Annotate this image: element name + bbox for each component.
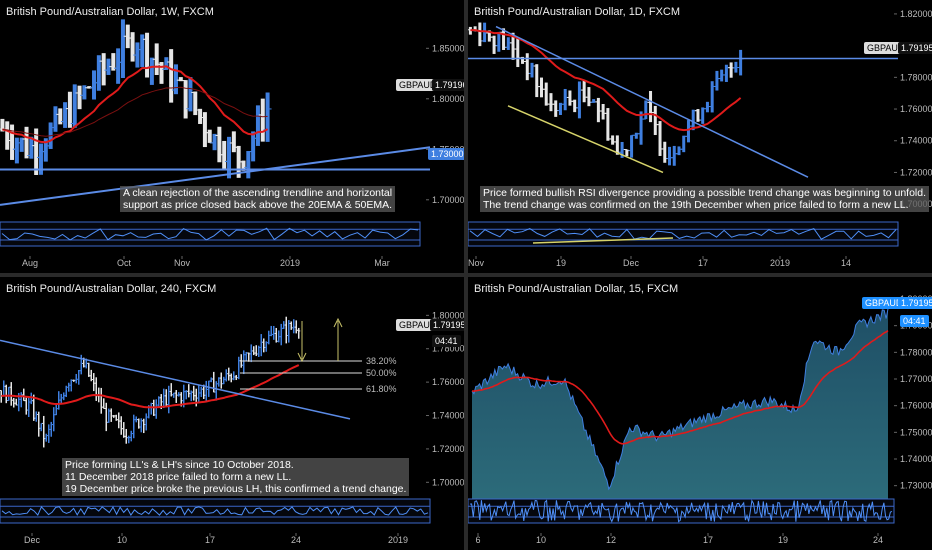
four-hour-ema-line <box>1 364 300 409</box>
daily-y-tick-label: 1.78000 <box>900 72 932 82</box>
weekly-ema50-line <box>2 86 268 137</box>
weekly-rsi-pane <box>0 221 421 247</box>
weekly-chart-svg[interactable]: 1.850001.800001.750001.70000AugOctNov201… <box>0 0 464 273</box>
weekly-y-tick-label: 1.70000 <box>432 195 464 205</box>
daily-annotation: Price formed bullish RSI divergence prov… <box>480 186 930 212</box>
fifteen-minute-x-tick-label: 10 <box>536 535 546 545</box>
weekly-x-tick-label: Mar <box>374 258 390 268</box>
chart-panel-4h[interactable]: 38.20% 50.00% 61.80% 1.80000 1.78000 1.76000 1… <box>0 277 464 550</box>
fifteen-minute-x-tick-label: 12 <box>606 535 616 545</box>
four-hour-fib-label: 38.20% <box>366 356 397 366</box>
daily-descending-trendline <box>495 25 809 178</box>
four-hour-y-tick-label: 1.72000 <box>432 444 464 454</box>
daily-x-tick-label: 19 <box>556 258 566 268</box>
chart-panel-15m[interactable]: 1.800001.790001.780001.770001.760001.750… <box>468 277 932 550</box>
four-hour-fib-label: 61.80% <box>366 384 397 394</box>
horizontal-panel-divider <box>0 273 932 277</box>
daily-x-tick-label: Dec <box>623 258 640 268</box>
daily-annotation-line: The trend change was confirmed on the 19… <box>483 199 909 211</box>
daily-rsi-pane <box>468 221 899 247</box>
four-hour-x-tick-label: 17 <box>205 535 215 545</box>
weekly-chart-title: British Pound/Australian Dollar, 1W, FXC… <box>6 6 214 18</box>
fifteen-minute-x-tick-label: 17 <box>703 535 713 545</box>
weekly-ema20-line <box>2 65 269 144</box>
weekly-level-tag: 1.73000 <box>428 148 464 160</box>
daily-chart-title: British Pound/Australian Dollar, 1D, FXC… <box>474 6 681 18</box>
fifteen-minute-x-tick-label: 19 <box>778 535 788 545</box>
chart-panel-weekly[interactable]: 1.850001.800001.750001.70000AugOctNov201… <box>0 0 464 273</box>
weekly-annotation: A clean rejection of the ascending trend… <box>120 186 396 212</box>
four-hour-x-tick-label: Dec <box>24 535 41 545</box>
four-hour-y-tick-label: 1.74000 <box>432 411 464 421</box>
four-hour-chart-title: British Pound/Australian Dollar, 240, FX… <box>6 283 217 295</box>
fifteen-minute-price-tag: 1.79195 <box>898 297 932 309</box>
weekly-y-tick-label: 1.80000 <box>432 94 464 104</box>
four-hour-x-tick-label: 10 <box>117 535 127 545</box>
daily-x-tick-label: 17 <box>698 258 708 268</box>
fifteen-minute-y-tick-label: 1.73000 <box>900 481 932 491</box>
daily-annotation-line: Price formed bullish RSI divergence prov… <box>483 187 927 199</box>
daily-y-tick-label: 1.74000 <box>900 136 932 146</box>
fifteen-minute-x-tick-label: 6 <box>475 535 480 545</box>
four-hour-y-tick-label: 1.70000 <box>432 477 464 487</box>
daily-x-tick-label: 2019 <box>770 258 790 268</box>
fifteen-minute-x-tick-label: 24 <box>873 535 883 545</box>
four-hour-fib-label: 50.00% <box>366 368 397 378</box>
four-hour-price-tag: 1.79195 <box>430 319 464 331</box>
four-hour-chart-svg[interactable]: 38.20%50.00%61.80%1.800001.780001.760001… <box>0 277 464 550</box>
daily-chart-svg[interactable]: 1.820001.800001.780001.760001.740001.720… <box>468 0 932 273</box>
daily-x-tick-label: 14 <box>841 258 851 268</box>
fifteen-minute-chart-svg[interactable]: 1.800001.790001.780001.770001.760001.750… <box>468 277 932 550</box>
four-hour-x-tick-label: 2019 <box>388 535 408 545</box>
weekly-annotation-line: A clean rejection of the ascending trend… <box>123 187 393 199</box>
weekly-y-tick-label: 1.85000 <box>432 43 464 53</box>
weekly-x-tick-label: Aug <box>22 258 38 268</box>
fifteen-minute-y-tick-label: 1.75000 <box>900 427 932 437</box>
four-hour-y-tick-label: 1.76000 <box>432 377 464 387</box>
daily-price-tag: 1.79195 <box>898 42 932 54</box>
fifteen-minute-y-tick-label: 1.76000 <box>900 401 932 411</box>
four-hour-descending-trendline <box>0 339 351 420</box>
daily-y-tick-label: 1.76000 <box>900 104 932 114</box>
fifteen-minute-chart-title: British Pound/Australian Dollar, 15, FXC… <box>474 283 679 295</box>
daily-y-tick-label: 1.82000 <box>900 9 932 19</box>
four-hour-annotation-line: 19 December price broke the previous LH,… <box>65 483 407 495</box>
four-hour-x-tick-label: 24 <box>291 535 301 545</box>
four-hour-annotation: Price forming LL's & LH's since 10 Octob… <box>62 458 410 496</box>
weekly-x-tick-label: Oct <box>117 258 132 268</box>
four-hour-annotation-line: 11 December 2018 price failed to form a … <box>65 471 292 483</box>
weekly-x-tick-label: Nov <box>174 258 191 268</box>
daily-y-tick-label: 1.72000 <box>900 167 932 177</box>
four-hour-countdown: 04:41 <box>432 335 461 347</box>
chart-panel-daily[interactable]: 1.820001.800001.780001.760001.740001.720… <box>468 0 932 273</box>
weekly-annotation-line: support as price closed back above the 2… <box>123 199 393 211</box>
weekly-price-tag: 1.79196 <box>432 79 464 91</box>
four-hour-annotation-line: Price forming LL's & LH's since 10 Octob… <box>65 459 294 471</box>
daily-x-tick-label: Nov <box>468 258 484 268</box>
fifteen-minute-y-tick-label: 1.77000 <box>900 374 932 384</box>
fifteen-minute-y-tick-label: 1.74000 <box>900 454 932 464</box>
fifteen-minute-y-tick-label: 1.78000 <box>900 347 932 357</box>
weekly-x-tick-label: 2019 <box>280 258 300 268</box>
fifteen-minute-area-fill <box>472 308 888 499</box>
fifteen-minute-countdown: 04:41 <box>900 315 929 327</box>
